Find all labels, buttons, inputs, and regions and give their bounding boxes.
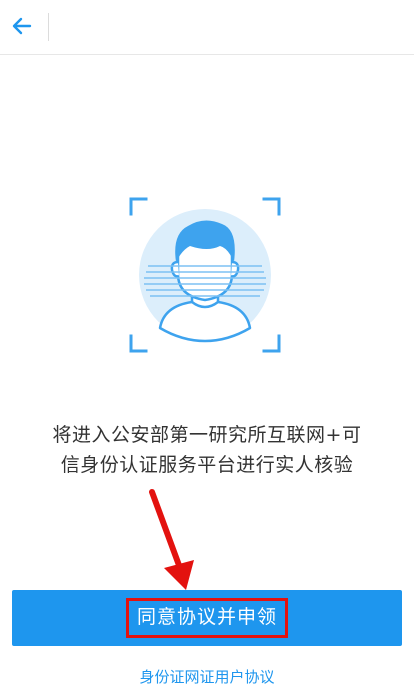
red-arrow-icon <box>149 489 194 590</box>
top-navigation-bar <box>0 0 414 55</box>
face-scan-icon <box>129 197 281 353</box>
topbar-divider <box>48 13 49 41</box>
screen: 将进入公安部第一研究所互联网+可 信身份认证服务平台进行实人核验 同意协议并申领… <box>0 0 414 698</box>
verification-message: 将进入公安部第一研究所互联网+可 信身份认证服务平台进行实人核验 <box>30 420 384 480</box>
user-agreement-link[interactable]: 身份证网证用户协议 <box>0 666 414 687</box>
agree-and-apply-button[interactable]: 同意协议并申领 <box>12 590 402 646</box>
message-line-2: 信身份认证服务平台进行实人核验 <box>60 454 354 476</box>
arrow-left-icon <box>12 17 32 35</box>
message-line-1: 将进入公安部第一研究所互联网+可 <box>52 424 362 446</box>
agree-button-label: 同意协议并申领 <box>125 598 288 638</box>
back-button[interactable] <box>6 10 38 42</box>
